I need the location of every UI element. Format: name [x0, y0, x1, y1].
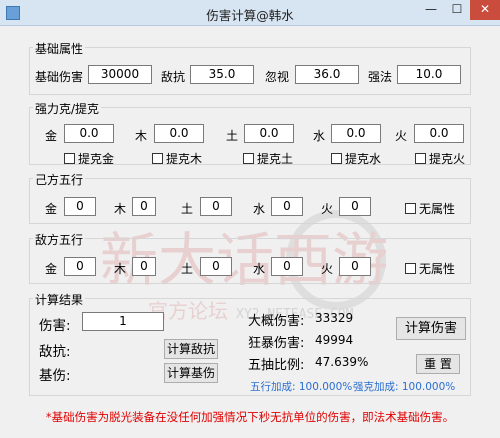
strong-fire-label: 火 — [395, 129, 408, 143]
checkbox-box[interactable] — [152, 153, 163, 164]
strong-wood-label: 木 — [135, 129, 148, 143]
ratio-value: 47.639% — [315, 355, 369, 369]
basic-group-title: 基础属性 — [33, 40, 86, 57]
client-area: 新大话西游2 官方论坛 XY2.NETEASE.COM 基础属性 基础伤害 30… — [0, 26, 500, 438]
enemy-no-attribute-checkbox[interactable]: 无属性 — [405, 260, 455, 277]
checkbox-label: 提克金 — [78, 152, 115, 166]
ignore-field[interactable]: 36.0 — [295, 65, 359, 84]
self-wood-label: 木 — [114, 202, 127, 216]
enemy-fire-field[interactable]: 0 — [339, 257, 371, 276]
minimize-button[interactable]: — — [418, 0, 444, 20]
raise-water-checkbox[interactable]: 提克水 — [331, 150, 381, 167]
ratio-label: 五抽比例: — [248, 358, 305, 373]
enemy-five-elements-group: 敌方五行 金 0 木 0 土 0 水 0 火 0 无属性 — [29, 231, 471, 284]
self-earth-label: 土 — [181, 202, 194, 216]
enemy-resist-field[interactable]: 35.0 — [190, 65, 254, 84]
enemy-water-label: 水 — [253, 262, 266, 276]
enemy-wood-label: 木 — [114, 262, 127, 276]
title-bar: 伤害计算@韩水 — ☐ ✕ — [0, 0, 500, 26]
strong-water-label: 水 — [313, 129, 326, 143]
enemy-water-field[interactable]: 0 — [271, 257, 303, 276]
strong-metal-label: 金 — [45, 129, 58, 143]
strong-group-title: 强力克/提克 — [33, 100, 102, 117]
strong-restrain-group: 强力克/提克 金 0.0 提克金 木 0.0 提克木 土 0.0 提克土 水 0… — [29, 100, 471, 167]
enemy-metal-field[interactable]: 0 — [64, 257, 96, 276]
checkbox-label: 提克土 — [257, 152, 294, 166]
self-metal-field[interactable]: 0 — [64, 197, 96, 216]
result-resist-label: 敌抗: — [39, 344, 71, 360]
footnote: *基础伤害为脱光装备在没任何加强情况下秒无抗单位的伤害，即法术基础伤害。 — [45, 410, 455, 424]
enemy-resist-label: 敌抗 — [161, 70, 186, 84]
raise-earth-checkbox[interactable]: 提克土 — [243, 150, 293, 167]
checkbox-box[interactable] — [405, 263, 416, 274]
maximize-button[interactable]: ☐ — [444, 0, 470, 20]
strong-wood-field[interactable]: 0.0 — [154, 124, 204, 143]
base-damage-label: 基础伤害 — [35, 70, 84, 84]
self-five-elements-group: 己方五行 金 0 木 0 土 0 水 0 火 0 无属性 — [29, 171, 471, 224]
enemy-earth-label: 土 — [181, 262, 194, 276]
result-damage-field[interactable]: 1 — [82, 312, 164, 331]
strong-metal-field[interactable]: 0.0 — [64, 124, 114, 143]
five-bonus-text: 五行加成: 100.000% — [250, 381, 353, 393]
enemy-wood-field[interactable]: 0 — [132, 257, 156, 276]
checkbox-box[interactable] — [64, 153, 75, 164]
result-title: 计算结果 — [33, 291, 86, 308]
basic-attributes-group: 基础属性 基础伤害 30000 敌抗 35.0 忽视 36.0 强法 10.0 — [29, 40, 471, 95]
reset-button[interactable]: 重 置 — [416, 354, 460, 374]
raise-metal-checkbox[interactable]: 提克金 — [64, 150, 114, 167]
checkbox-label: 提克水 — [345, 152, 382, 166]
result-damage-label: 伤害: — [39, 318, 71, 334]
calc-resist-button[interactable]: 计算敌抗 — [164, 339, 218, 359]
close-button[interactable]: ✕ — [470, 0, 500, 20]
self-no-attribute-checkbox[interactable]: 无属性 — [405, 200, 455, 217]
self-fire-label: 火 — [321, 202, 334, 216]
raise-wood-checkbox[interactable]: 提克木 — [152, 150, 202, 167]
strong-fire-field[interactable]: 0.0 — [414, 124, 464, 143]
crit-damage-value: 49994 — [315, 333, 354, 347]
self-water-field[interactable]: 0 — [271, 197, 303, 216]
self-wood-field[interactable]: 0 — [132, 197, 156, 216]
self-metal-label: 金 — [45, 202, 58, 216]
enemy-five-title: 敌方五行 — [33, 231, 86, 248]
strong-magic-field[interactable]: 10.0 — [397, 65, 461, 84]
enemy-metal-label: 金 — [45, 262, 58, 276]
self-five-title: 己方五行 — [33, 171, 86, 188]
checkbox-box[interactable] — [415, 153, 426, 164]
checkbox-box[interactable] — [331, 153, 342, 164]
self-fire-field[interactable]: 0 — [339, 197, 371, 216]
enemy-fire-label: 火 — [321, 262, 334, 276]
checkbox-label: 无属性 — [419, 262, 456, 276]
strong-water-field[interactable]: 0.0 — [331, 124, 381, 143]
checkbox-box[interactable] — [243, 153, 254, 164]
base-damage-field[interactable]: 30000 — [88, 65, 152, 84]
calc-base-button[interactable]: 计算基伤 — [164, 363, 218, 383]
checkbox-label: 提克木 — [166, 152, 203, 166]
strong-earth-label: 土 — [226, 129, 239, 143]
checkbox-label: 无属性 — [419, 202, 456, 216]
result-base-label: 基伤: — [39, 368, 71, 384]
result-group: 计算结果 伤害: 1 敌抗: 计算敌抗 基伤: 计算基伤 大概伤害: 33329… — [29, 291, 471, 396]
self-water-label: 水 — [253, 202, 266, 216]
ignore-label: 忽视 — [265, 70, 290, 84]
raise-fire-checkbox[interactable]: 提克火 — [415, 150, 465, 167]
strong-bonus-text: 强克加成: 100.000% — [353, 381, 456, 393]
calc-damage-button[interactable]: 计算伤害 — [396, 317, 466, 340]
crit-damage-label: 狂暴伤害: — [248, 336, 305, 351]
self-earth-field[interactable]: 0 — [200, 197, 232, 216]
enemy-earth-field[interactable]: 0 — [200, 257, 232, 276]
approx-damage-value: 33329 — [315, 311, 354, 325]
strong-earth-field[interactable]: 0.0 — [244, 124, 294, 143]
checkbox-label: 提克火 — [429, 152, 466, 166]
strong-magic-label: 强法 — [368, 70, 393, 84]
checkbox-box[interactable] — [405, 203, 416, 214]
approx-damage-label: 大概伤害: — [248, 314, 305, 329]
